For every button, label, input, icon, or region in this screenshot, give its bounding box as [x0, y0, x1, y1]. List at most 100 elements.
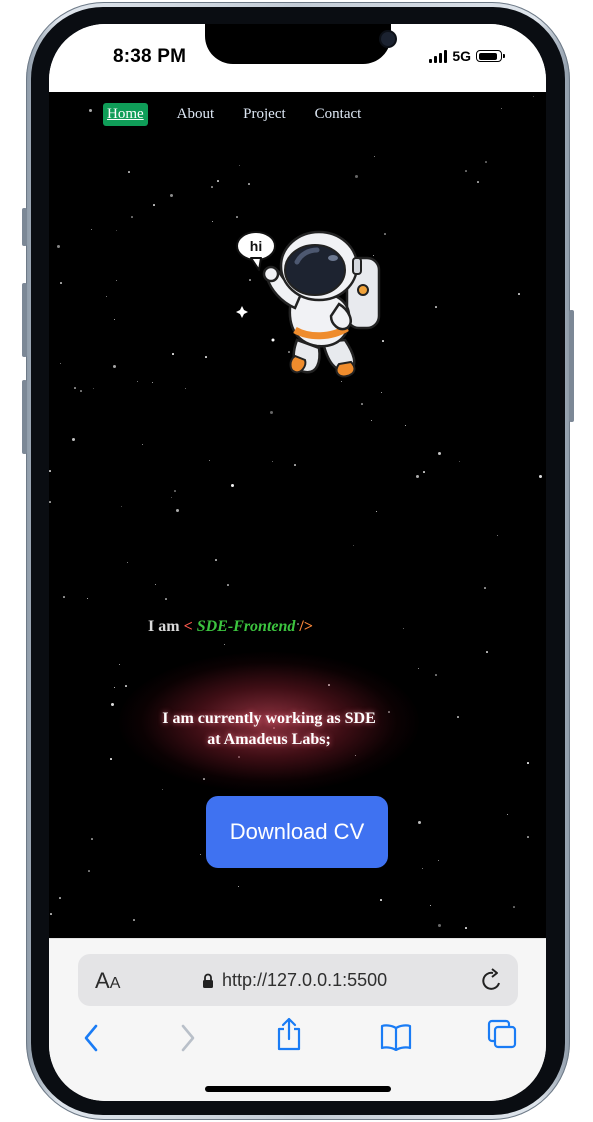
star [248, 183, 250, 185]
star [114, 319, 115, 320]
star [422, 868, 423, 869]
volume-down-button [22, 380, 27, 454]
star [430, 905, 431, 906]
star [74, 387, 76, 389]
url-display[interactable]: http://127.0.0.1:5500 [202, 970, 387, 991]
star [486, 651, 488, 653]
star [224, 644, 225, 645]
star [113, 365, 116, 368]
star [272, 461, 273, 462]
star [72, 438, 75, 441]
star [294, 464, 296, 466]
astronaut-illustration: hi [236, 230, 381, 378]
star [416, 475, 419, 478]
star [527, 762, 529, 764]
status-indicators: 5G [429, 48, 505, 64]
star [438, 452, 441, 455]
address-bar[interactable]: AA http://127.0.0.1:5500 [78, 954, 518, 1006]
sparkle-icon [236, 306, 248, 318]
star [376, 511, 377, 512]
volume-up-button [22, 283, 27, 357]
star [438, 860, 439, 861]
download-cv-button[interactable]: Download CV [206, 796, 388, 868]
safari-toolbar [49, 1017, 546, 1067]
star [497, 535, 498, 536]
status-bar: 8:38 PM 5G [49, 24, 546, 92]
star [215, 559, 217, 561]
star [80, 390, 82, 392]
star [127, 562, 128, 563]
phone-screen: 8:38 PM 5G Home About Project Contact hi… [49, 24, 546, 1101]
nav-about[interactable]: About [173, 103, 219, 126]
star [484, 587, 486, 589]
star [91, 838, 93, 840]
star [270, 411, 273, 414]
role-title: SDE-Frontend [196, 618, 296, 635]
role-headline: I am < SDE-Frontend /> [148, 618, 313, 636]
silent-switch [22, 208, 27, 246]
bookmarks-icon[interactable] [380, 1023, 412, 1051]
star [133, 919, 135, 921]
star [353, 545, 354, 546]
reload-icon[interactable] [480, 967, 504, 993]
star [465, 170, 467, 172]
star [89, 109, 92, 112]
star [355, 175, 358, 178]
star [459, 461, 460, 462]
star [119, 664, 120, 665]
speech-bubble: hi [236, 231, 276, 271]
forward-icon[interactable] [179, 1023, 197, 1053]
home-indicator [205, 1086, 391, 1092]
star [361, 403, 363, 405]
network-type: 5G [452, 48, 471, 64]
star [200, 854, 201, 855]
star [50, 913, 52, 915]
current-position-text: I am currently working as SDE at Amadeus… [139, 708, 399, 750]
star [172, 353, 174, 355]
lock-icon [203, 973, 213, 988]
text-size-button[interactable]: AA [95, 968, 120, 994]
star [518, 293, 520, 295]
star [59, 897, 61, 899]
star [371, 420, 372, 421]
star [513, 906, 515, 908]
speech-bubble-text: hi [250, 238, 262, 254]
power-button [569, 310, 574, 422]
star [93, 388, 94, 389]
star [162, 789, 163, 790]
nav-project[interactable]: Project [239, 103, 290, 126]
star [171, 497, 172, 498]
role-bracket-open: < [183, 618, 193, 635]
star [176, 509, 179, 512]
star [174, 490, 176, 492]
star [501, 108, 502, 109]
cellular-signal-icon [429, 49, 448, 63]
star [128, 171, 130, 173]
star [477, 181, 479, 183]
role-bracket-close: /> [299, 618, 313, 635]
star [205, 356, 207, 358]
star [533, 96, 534, 97]
star [465, 927, 467, 929]
tabs-icon[interactable] [487, 1019, 517, 1049]
star [435, 306, 437, 308]
star [63, 596, 65, 598]
nav-contact[interactable]: Contact [311, 103, 366, 126]
star [57, 245, 60, 248]
back-icon[interactable] [82, 1023, 100, 1053]
star [507, 814, 508, 815]
text-size-large-a: A [95, 968, 110, 993]
star [457, 716, 459, 718]
star [125, 685, 127, 687]
star [185, 388, 186, 389]
front-camera [381, 32, 395, 46]
nav-home[interactable]: Home [103, 103, 148, 126]
star [374, 156, 375, 157]
star [231, 484, 234, 487]
star [155, 584, 156, 585]
share-icon[interactable] [275, 1017, 303, 1051]
star [121, 506, 122, 507]
star [111, 703, 114, 706]
star [423, 471, 425, 473]
current-position-line1: I am currently working as SDE [162, 710, 376, 727]
